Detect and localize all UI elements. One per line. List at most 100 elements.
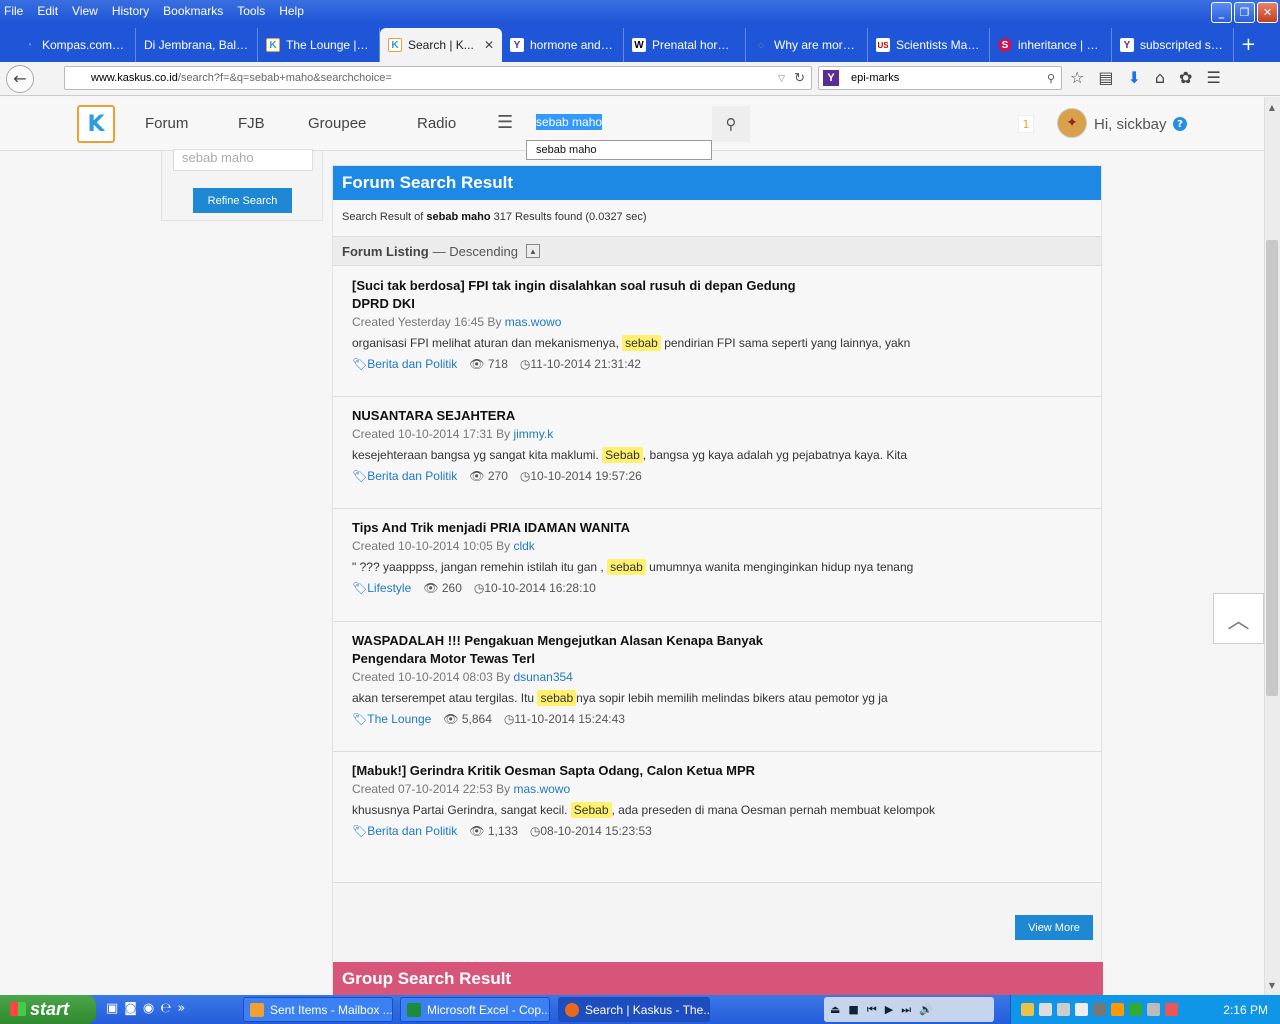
menu-help[interactable]: Help [279, 4, 304, 18]
nav-radio[interactable]: Radio [417, 115, 456, 132]
help-icon[interactable]: ? [1173, 117, 1187, 131]
url-bar[interactable]: www.kaskus.co.id/search?f=&q=sebab+maho&… [64, 66, 812, 90]
addon-icon[interactable]: ✿ [1179, 68, 1192, 87]
refine-search-input[interactable]: sebab maho [173, 149, 313, 171]
home-icon[interactable]: ⌂ [1155, 68, 1165, 87]
menu-tools[interactable]: Tools [237, 4, 265, 18]
author-link[interactable]: cldk [513, 539, 534, 553]
download-icon[interactable]: ⬇ [1127, 68, 1140, 87]
tray-shield-icon[interactable] [1075, 1003, 1088, 1016]
tab-lounge[interactable]: K The Lounge | K... [258, 28, 380, 62]
search-results-panel: Forum Search Result Search Result of seb… [332, 165, 1103, 996]
media-eject-icon[interactable]: ⏏ [830, 1003, 840, 1016]
media-volume-icon[interactable]: 🔊 [919, 1003, 933, 1016]
tray-network-icon[interactable] [1057, 1003, 1070, 1016]
scrollbar-thumb[interactable] [1266, 240, 1278, 696]
tab-why[interactable]: ◌ Why are more ... [746, 28, 868, 62]
scroll-up-arrow[interactable]: ▲ [1264, 99, 1280, 115]
menu-history[interactable]: History [112, 4, 149, 18]
hamburger-menu-icon[interactable]: ☰ [1206, 68, 1220, 87]
desktop-icon[interactable]: ▣ [106, 1001, 118, 1016]
tray-alert-icon[interactable] [1111, 1003, 1124, 1016]
author-link[interactable]: mas.wowo [505, 315, 562, 329]
tab-search-kaskus[interactable]: K Search | K... ✕ [380, 28, 502, 62]
reload-icon[interactable]: ↻ [794, 70, 805, 86]
view-more-button[interactable]: View More [1015, 915, 1093, 940]
menu-edit[interactable]: Edit [37, 4, 58, 18]
media-next-icon[interactable]: ⏭ [901, 1003, 911, 1017]
result-meta: 🏷The Lounge 👁 5,864 ◷11-10-2014 15:24:43 [352, 712, 1101, 726]
notification-badge[interactable]: 1 [1018, 115, 1034, 133]
tab-jembrana[interactable]: Di Jembrana, Bali: L... [136, 28, 258, 62]
firefox-icon[interactable]: ◉ [143, 1001, 154, 1016]
avatar[interactable]: ✦ [1057, 108, 1087, 138]
tab-scientists[interactable]: US Scientists May ... [868, 28, 990, 62]
author-link[interactable]: jimmy.k [513, 427, 553, 441]
nav-forum[interactable]: Forum [145, 115, 188, 132]
scroll-down-arrow[interactable]: ▼ [1264, 977, 1280, 993]
outlook-icon[interactable]: ◙ [124, 1001, 137, 1016]
media-play-icon[interactable]: ▶ [885, 1003, 893, 1016]
start-button[interactable]: start [0, 995, 96, 1024]
result-title[interactable]: WASPADALAH !!! Pengakuan Mengejutkan Ala… [352, 632, 822, 668]
media-stop-icon[interactable]: ■ [848, 1003, 858, 1016]
tab-hormone[interactable]: Yhormone and g... [502, 28, 624, 62]
tray-b-icon[interactable] [1165, 1003, 1178, 1016]
new-tab-icon[interactable]: + [1241, 34, 1256, 55]
category-link[interactable]: 🏷Lifestyle [352, 581, 411, 595]
taskbar-item-excel[interactable]: Microsoft Excel - Cop... [400, 997, 550, 1022]
ie-icon[interactable]: ℮ [160, 1001, 171, 1016]
summary-prefix: Search Result of [342, 211, 424, 223]
result-title[interactable]: [Suci tak berdosa] FPI tak ingin disalah… [352, 277, 822, 313]
site-menu-icon[interactable]: ☰ [497, 112, 513, 133]
author-link[interactable]: mas.wowo [513, 782, 570, 796]
close-tab-icon[interactable]: ✕ [484, 38, 494, 52]
sort-toggle-icon[interactable]: ▲ [525, 244, 540, 258]
category-link[interactable]: 🏷Berita dan Politik [352, 469, 457, 483]
search-autocomplete-item[interactable]: sebab maho [526, 140, 712, 160]
restore-button[interactable]: ❐ [1234, 2, 1255, 23]
tab-inheritance[interactable]: Sinheritance | e... [990, 28, 1112, 62]
tab-subscripted[interactable]: Ysubscripted sy... [1112, 28, 1234, 62]
site-search-button[interactable]: ⚲ [712, 106, 750, 142]
back-button[interactable]: ← [6, 64, 34, 93]
menu-bookmarks[interactable]: Bookmarks [163, 4, 223, 18]
tray-volume-icon[interactable] [1039, 1003, 1052, 1016]
result-title[interactable]: [Mabuk!] Gerindra Kritik Oesman Sapta Od… [352, 762, 822, 780]
taskbar-item-outlook[interactable]: Sent Items - Mailbox ... [243, 997, 393, 1022]
minimize-button[interactable]: _ [1211, 2, 1232, 23]
search-icon[interactable]: ⚲ [1047, 72, 1055, 85]
tray-av-icon[interactable] [1129, 1003, 1142, 1016]
url-dropdown-icon[interactable]: ▽ [778, 73, 785, 84]
last-post-time: ◷10-10-2014 19:57:26 [520, 469, 642, 483]
category-link[interactable]: 🏷The Lounge [352, 712, 431, 726]
menu-file[interactable]: File [4, 4, 23, 18]
tray-app-icon[interactable] [1147, 1003, 1160, 1016]
tab-prenatal[interactable]: W Prenatal horm... [624, 28, 746, 62]
browser-search-input[interactable]: Y epi-marks ⚲ [818, 66, 1062, 90]
kaskus-logo[interactable]: K [77, 105, 115, 143]
result-title[interactable]: NUSANTARA SEJAHTERA [352, 407, 822, 425]
nav-fjb[interactable]: FJB [238, 115, 265, 132]
refine-search-button[interactable]: Refine Search [193, 188, 292, 213]
scroll-to-top-button[interactable]: ︿ [1213, 593, 1264, 644]
nav-groupee[interactable]: Groupee [308, 115, 366, 132]
result-title[interactable]: Tips And Trik menjadi PRIA IDAMAN WANITA [352, 519, 822, 537]
taskbar-item-firefox[interactable]: Search | Kaskus - The... [558, 997, 710, 1022]
tray-outlook-icon[interactable] [1021, 1003, 1034, 1016]
category-link[interactable]: 🏷Berita dan Politik [352, 824, 457, 838]
author-link[interactable]: dsunan354 [513, 670, 572, 684]
user-greeting[interactable]: Hi, sickbay [1094, 116, 1167, 133]
site-search-input[interactable]: sebab maho [526, 107, 712, 137]
close-window-button[interactable]: ✕ [1257, 2, 1278, 23]
tab-kompas[interactable]: ◔ Kompas.com - ... [14, 28, 136, 62]
bookmark-star-icon[interactable]: ☆ [1070, 68, 1084, 87]
reading-list-icon[interactable]: ▤ [1098, 68, 1113, 87]
media-prev-icon[interactable]: ⏮ [867, 1003, 877, 1017]
expand-icon[interactable]: » [177, 1001, 185, 1016]
taskbar-item-label: Microsoft Excel - Cop... [427, 1002, 550, 1017]
yahoo-search-icon[interactable]: Y [823, 70, 839, 86]
menu-view[interactable]: View [72, 4, 98, 18]
tray-update-icon[interactable] [1093, 1003, 1106, 1016]
category-link[interactable]: 🏷Berita dan Politik [352, 357, 457, 371]
